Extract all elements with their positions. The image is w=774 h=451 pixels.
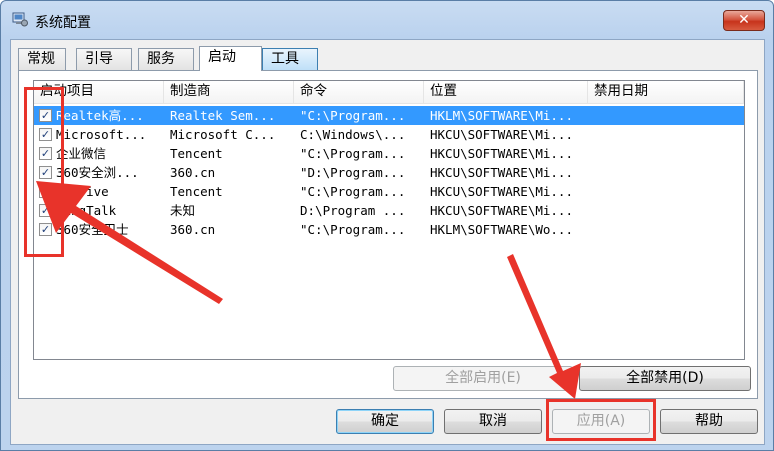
- column-header-disable-date[interactable]: 禁用日期: [588, 81, 744, 103]
- cell-location: HKCU\SOFTWARE\Mi...: [430, 184, 573, 199]
- window-title: 系统配置: [35, 15, 91, 31]
- table-row[interactable]: ✓ 企业微信 Tencent "C:\Program... HKCU\SOFTW…: [34, 144, 744, 163]
- help-button[interactable]: 帮助: [660, 409, 758, 434]
- column-header-command[interactable]: 命令: [294, 81, 424, 103]
- msconfig-app-icon: [12, 12, 28, 27]
- table-row[interactable]: ✓ 360安全卫士 360.cn "C:\Program... HKLM\SOF…: [34, 220, 744, 239]
- cell-command: "C:\Program...: [300, 184, 406, 199]
- cell-maker: 未知: [170, 203, 196, 218]
- header-divider: [34, 103, 744, 104]
- enable-all-button[interactable]: 全部启用(E): [393, 366, 573, 391]
- startup-list[interactable]: 启动项目 制造商 命令 位置 禁用日期 ✓ Realtek高... Realte…: [33, 80, 745, 360]
- cell-item: Realtek高...: [56, 108, 144, 123]
- close-button[interactable]: ✕: [723, 10, 765, 31]
- cell-maker: Microsoft C...: [170, 127, 276, 142]
- cell-date: [594, 201, 734, 220]
- column-header-location[interactable]: 位置: [424, 81, 588, 103]
- system-config-window: 系统配置 ✕ 常规 引导 服务 启动 工具 启动项目 制造商 命令 位置 禁用日…: [0, 0, 774, 451]
- cell-item: 360安全卫士: [56, 222, 129, 237]
- cancel-button[interactable]: 取消: [444, 409, 542, 434]
- startup-tab-panel: 启动项目 制造商 命令 位置 禁用日期 ✓ Realtek高... Realte…: [18, 70, 758, 399]
- cell-date: [594, 220, 734, 239]
- cell-maker: 360.cn: [170, 165, 216, 180]
- cell-command: "C:\Program...: [300, 146, 406, 161]
- cell-date: [594, 182, 734, 201]
- tab-tools[interactable]: 工具: [262, 48, 318, 70]
- table-row[interactable]: ✓ 360安全浏... 360.cn "D:\Program... HKCU\S…: [34, 163, 744, 182]
- disable-all-button[interactable]: 全部禁用(D): [579, 366, 751, 391]
- cell-maker: 360.cn: [170, 222, 216, 237]
- cell-location: HKLM\SOFTWARE\Wo...: [430, 222, 573, 237]
- cell-maker: Tencent: [170, 184, 223, 199]
- cell-location: HKCU\SOFTWARE\Mi...: [430, 127, 573, 142]
- cell-command: "D:\Program...: [300, 165, 406, 180]
- cell-command: "C:\Program...: [300, 222, 406, 237]
- annotation-checkbox-highlight: [24, 87, 64, 257]
- table-row[interactable]: ✓ Microsoft... Microsoft C... C:\Windows…: [34, 125, 744, 144]
- annotation-apply-highlight: [546, 399, 656, 441]
- cell-date: [594, 125, 734, 144]
- cell-date: [594, 144, 734, 163]
- column-header-manufacturer[interactable]: 制造商: [164, 81, 294, 103]
- cell-item: 企业微信: [56, 146, 107, 161]
- cell-location: HKLM\SOFTWARE\Mi...: [430, 108, 573, 123]
- tab-startup[interactable]: 启动: [199, 46, 262, 71]
- cell-item: 360安全浏...: [56, 165, 139, 180]
- cell-item: Microsoft...: [56, 127, 147, 142]
- cell-location: HKCU\SOFTWARE\Mi...: [430, 146, 573, 161]
- title-bar[interactable]: 系统配置 ✕: [1, 1, 773, 39]
- ok-button[interactable]: 确定: [336, 409, 434, 434]
- cell-item: DingTalk: [56, 203, 117, 218]
- cell-command: "C:\Program...: [300, 108, 406, 123]
- cell-maker: Tencent: [170, 146, 223, 161]
- dialog-client-area: 常规 引导 服务 启动 工具 启动项目 制造商 命令 位置 禁用日期 ✓ Rea…: [10, 39, 765, 445]
- tab-services[interactable]: 服务: [138, 48, 194, 70]
- table-row[interactable]: ✓ Realtek高... Realtek Sem... "C:\Program…: [34, 106, 744, 125]
- cell-item: WXDrive: [56, 184, 109, 199]
- table-row[interactable]: ✓ WXDrive Tencent "C:\Program... HKCU\SO…: [34, 182, 744, 201]
- cell-date: [594, 106, 734, 125]
- cell-location: HKCU\SOFTWARE\Mi...: [430, 165, 573, 180]
- tab-general[interactable]: 常规: [18, 48, 66, 70]
- cell-maker: Realtek Sem...: [170, 108, 276, 123]
- cell-command: D:\Program ...: [300, 203, 406, 218]
- cell-date: [594, 163, 734, 182]
- cell-command: C:\Windows\...: [300, 127, 406, 142]
- cell-location: HKCU\SOFTWARE\Mi...: [430, 203, 573, 218]
- tab-boot[interactable]: 引导: [76, 48, 132, 70]
- table-row[interactable]: ✓ DingTalk 未知 D:\Program ... HKCU\SOFTWA…: [34, 201, 744, 220]
